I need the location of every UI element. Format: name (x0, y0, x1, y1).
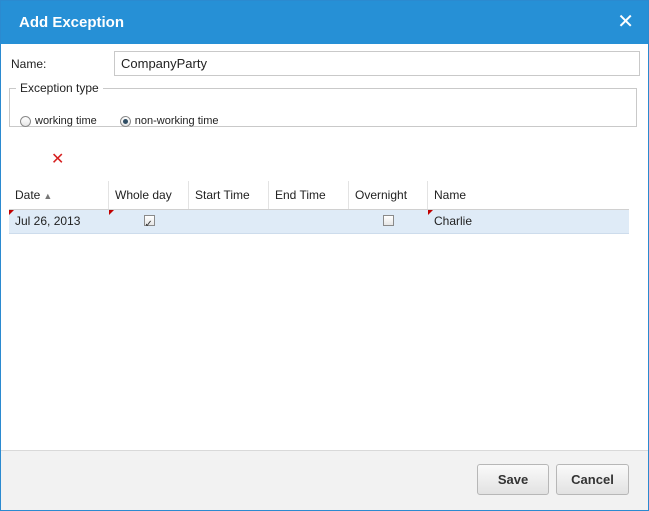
non-working-time-label[interactable]: non-working time (135, 115, 219, 127)
cell-end-time[interactable] (269, 210, 349, 233)
cancel-button[interactable]: Cancel (556, 464, 629, 495)
working-time-label[interactable]: working time (35, 115, 97, 127)
column-header-date[interactable]: Date ▲ (9, 181, 109, 209)
exceptions-grid: Date ▲ Whole day Start Time End Time Over… (9, 181, 629, 236)
grid-header: Date ▲ Whole day Start Time End Time Over… (9, 181, 629, 210)
dialog-titlebar: Add Exception ✕ (1, 1, 648, 44)
whole-day-checkbox[interactable] (143, 213, 155, 236)
exception-type-options: working time non-working time (20, 115, 219, 127)
cell-date[interactable]: Jul 26, 2013 (9, 210, 109, 233)
cell-name[interactable]: Charlie (428, 210, 629, 233)
column-header-overnight[interactable]: Overnight (349, 181, 428, 209)
cell-whole-day[interactable] (109, 210, 189, 236)
save-button[interactable]: Save (477, 464, 549, 495)
table-row[interactable]: Jul 26, 2013 Charlie (9, 210, 629, 236)
column-header-end-time[interactable]: End Time (269, 181, 349, 209)
cell-overnight[interactable] (349, 210, 428, 233)
column-header-whole-day[interactable]: Whole day (109, 181, 189, 209)
add-exception-dialog: Add Exception ✕ Name: Exception type wor… (0, 0, 649, 511)
exception-type-legend: Exception type (20, 81, 99, 95)
dialog-title: Add Exception (19, 14, 125, 31)
exception-type-group: Exception type working time non-working … (9, 81, 637, 127)
close-icon[interactable]: ✕ (617, 10, 634, 34)
working-time-radio[interactable] (20, 115, 31, 127)
delete-icon[interactable]: ✕ (51, 151, 64, 169)
column-header-date-label: Date (15, 188, 41, 202)
column-header-start-time[interactable]: Start Time (189, 181, 269, 209)
sort-ascending-icon: ▲ (43, 191, 53, 201)
column-header-name[interactable]: Name (428, 181, 629, 209)
non-working-time-radio[interactable] (119, 115, 131, 127)
dialog-footer: Save Cancel (1, 450, 648, 510)
cell-start-time[interactable] (189, 210, 269, 233)
name-label: Name: (11, 57, 47, 71)
overnight-checkbox[interactable] (383, 215, 394, 227)
name-input[interactable] (114, 51, 640, 76)
